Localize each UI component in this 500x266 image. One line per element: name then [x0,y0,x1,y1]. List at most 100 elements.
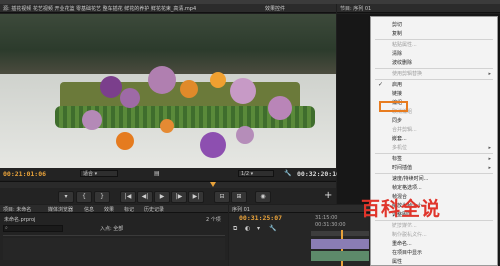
context-menu-item[interactable]: 时间插值 ▸ [371,164,497,172]
submenu-arrow-icon: ▸ [488,156,491,162]
tab-effects[interactable]: 效果 [104,206,114,212]
source-transport-bar: ▾ { } |◀ ◀| ▶ |▶ ▶| ⊟ ⊞ ◉ + [0,188,336,204]
context-menu-separator [375,173,493,174]
watermark-subtitle: 助你轻松解决 [372,225,438,236]
project-search-input[interactable] [3,225,63,232]
context-menu-item-label: 嵌套... [392,136,407,142]
context-menu-item-label: 标签 [392,156,403,162]
tab-media-browser[interactable]: 媒体浏览器 [48,206,73,212]
overwrite-button[interactable]: ⊞ [231,191,247,203]
source-monitor-header: 源: 插花视频 花艺视频 开业花篮 零基础花艺 整车插花 鲜花的养护 鲜花花束_… [0,4,336,13]
search-icon: ⌕ [5,225,8,231]
tab-project[interactable]: 项目: 未命名 [3,206,31,212]
context-menu-item: 粘贴属性... [371,41,497,49]
zoom-select[interactable]: 适合 ▾ [80,170,118,177]
mark-in-button[interactable]: { [76,191,92,203]
source-timecode-current[interactable]: 00:21:01:06 [3,170,46,178]
program-monitor-tab[interactable]: 节目: 序列 01 [340,5,371,12]
tab-markers[interactable]: 标记 [124,206,134,212]
project-panel-header: 项目: 未命名 媒体浏览器 信息 效果 标记 历史记录 [0,205,228,213]
context-menu-item[interactable]: 复制 [371,30,497,38]
context-menu-separator [375,79,493,80]
context-menu-item[interactable]: 属性 [371,258,497,266]
submenu-arrow-icon: ▸ [488,165,491,171]
context-menu-item[interactable]: 标签 ▸ [371,155,497,163]
mark-out-button[interactable]: } [94,191,110,203]
watermark: 百科全说 助你轻松解决 [345,188,465,244]
project-panel-body: 未命名.prproj ⌕ 入点: 全部 2 个项 [0,213,228,266]
context-menu-item-label: 复制 [392,31,403,37]
source-monitor-tab[interactable]: 源: 插花视频 花艺视频 开业花篮 零基础花艺 整车插花 鲜花的养护 鲜花花束_… [3,5,196,12]
wrench-icon[interactable]: 🔧 [284,170,292,177]
source-playhead[interactable] [210,182,216,187]
watermark-title: 百科全说 [361,198,442,220]
ruler-label-right: 00:31:30:00 [315,222,346,228]
submenu-arrow-icon: ▸ [488,71,491,77]
entry-filter[interactable]: 入点: 全部 [100,225,123,232]
source-time-row: 00:21:01:06 适合 ▾ ▤ 1/2 ▾ 🔧 00:32:20:10 [0,168,340,180]
project-item-count: 2 个项 [206,217,221,223]
context-menu-separator [375,39,493,40]
step-back-button[interactable]: ◀| [137,191,153,203]
source-ruler[interactable] [0,181,336,188]
program-timecode-fragment [337,154,370,166]
context-menu-item-label: 速度/持续时间... [392,176,429,182]
context-menu-item-label: 使用剪辑替换 [392,71,423,77]
resolution-select[interactable]: 1/2 ▾ [238,170,274,177]
context-menu-item[interactable]: 清除 [371,50,497,58]
context-menu-item-label: 在项目中显示 [392,250,423,256]
tab-sequence[interactable]: 序列 01 [232,206,250,213]
context-menu-item-label: 链接 [392,91,403,97]
context-menu-item[interactable]: 剪切 [371,21,497,29]
context-menu-item[interactable]: 同步 [371,117,497,125]
context-menu-item-label: 启用 [392,82,403,88]
project-list-area[interactable] [3,238,225,260]
context-menu-item[interactable]: 波纹删除 [371,59,497,67]
play-button[interactable]: ▶ [154,191,170,203]
context-menu-item[interactable]: 在项目中显示 [371,249,497,257]
audio-clip[interactable] [311,251,369,261]
context-menu-item-label: 属性 [392,259,403,265]
add-button-icon[interactable]: + [324,190,332,201]
tab-history[interactable]: 历史记录 [144,206,164,212]
timeline-settings-icon[interactable]: 🔧 [269,225,276,232]
go-to-in-button[interactable]: |◀ [120,191,136,203]
settings-icon[interactable]: ▤ [154,170,162,177]
context-menu-item[interactable]: 嵌套... [371,135,497,143]
highlight-box-link [379,101,408,112]
check-icon: ✓ [378,81,384,88]
program-monitor-header: 节目: 序列 01 [337,4,500,13]
context-menu-item: 多机位 ▸ [371,144,497,152]
context-menu-item: 使用剪辑替换 ▸ [371,70,497,78]
step-forward-button[interactable]: |▶ [171,191,187,203]
project-file-name: 未命名.prproj [4,217,36,223]
source-video-frame [0,14,336,168]
context-menu-item-label: 时间插值 [392,165,413,171]
context-menu-item[interactable]: 速度/持续时间... [371,175,497,183]
linked-selection-icon[interactable]: ◐ [245,225,250,232]
context-menu-item-label: 粘贴属性... [392,42,417,48]
context-menu-item-label: 多机位 [392,145,408,151]
context-menu-item-label: 同步 [392,118,403,124]
context-menu-separator [375,68,493,69]
timeline-timecode[interactable]: 00:31:25:07 [239,214,282,222]
export-frame-button[interactable]: ◉ [255,191,271,203]
context-menu-item-label: 清除 [392,51,403,57]
context-menu-item[interactable]: 链接 [371,90,497,98]
insert-button[interactable]: ⊟ [214,191,230,203]
tab-info[interactable]: 信息 [84,206,94,212]
context-menu-item-label: 合并剪辑... [392,127,417,133]
go-to-out-button[interactable]: ▶| [188,191,204,203]
timeline-tools: ⧉ ◐ ▾ 🔧 [233,225,303,233]
add-marker-button[interactable]: ▾ [58,191,74,203]
ruler-label-left: 31:15:00 [315,215,338,221]
divider [3,235,225,236]
source-timecode-duration: 00:32:20:10 [297,170,341,178]
context-menu-item: 合并剪辑... [371,126,497,134]
snap-icon[interactable]: ⧉ [233,225,237,233]
add-marker-icon[interactable]: ▾ [257,225,260,232]
context-menu-item-label: 剪切 [392,22,403,28]
context-menu-item[interactable]: 启用 ✓ [371,81,497,89]
submenu-arrow-icon: ▸ [488,145,491,151]
effect-controls-tab[interactable]: 效果控件 [265,5,285,12]
